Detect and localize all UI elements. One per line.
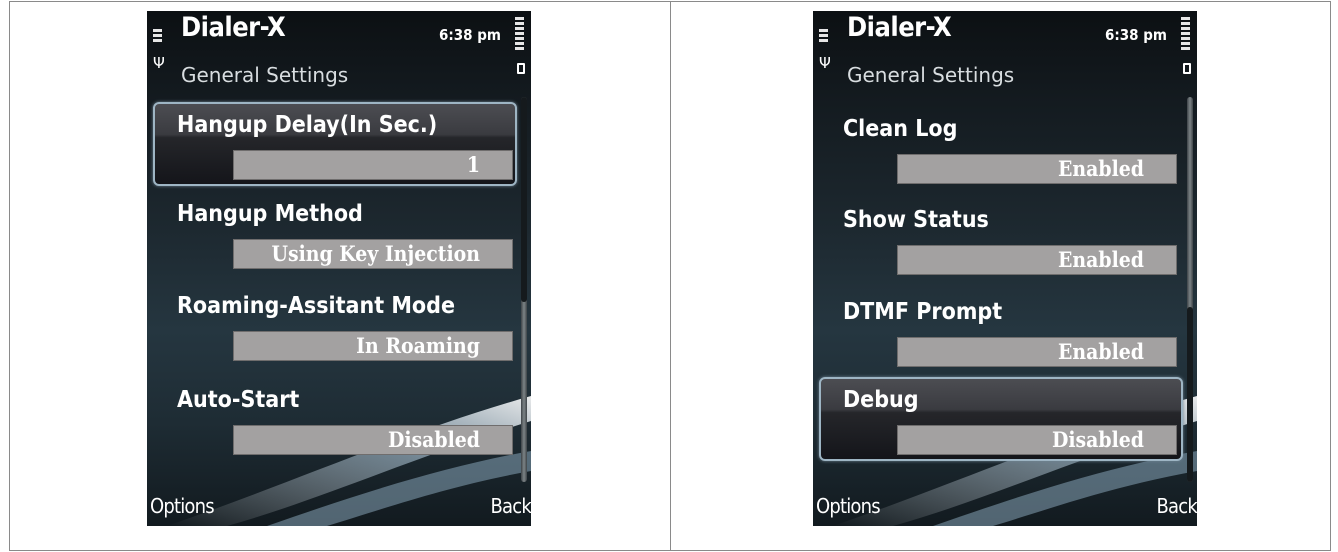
- setting-debug[interactable]: Debug Disabled: [819, 377, 1183, 461]
- app-title: Dialer-X: [847, 12, 952, 43]
- back-softkey[interactable]: Back: [1157, 494, 1197, 518]
- setting-hangup-method[interactable]: Hangup Method Using Key Injection: [153, 191, 517, 275]
- antenna-icon: Ψ: [153, 54, 165, 72]
- scrollbar-thumb[interactable]: [1187, 307, 1193, 482]
- signal-strength-icon: [819, 29, 829, 44]
- setting-label: Hangup Delay(In Sec.): [177, 112, 438, 138]
- setting-value-field[interactable]: Using Key Injection: [233, 239, 513, 269]
- phone-screen-right: Ψ Dialer-X General Settings 6:38 pm Clea…: [813, 11, 1197, 526]
- setting-label: DTMF Prompt: [843, 299, 1003, 325]
- scrollbar[interactable]: [1187, 97, 1193, 482]
- setting-auto-start[interactable]: Auto-Start Disabled: [153, 377, 517, 461]
- scrollbar[interactable]: [521, 97, 527, 482]
- back-softkey[interactable]: Back: [491, 494, 531, 518]
- options-softkey[interactable]: Options: [150, 494, 215, 518]
- setting-value-field[interactable]: Enabled: [897, 154, 1177, 184]
- battery-icon: [1183, 63, 1191, 74]
- setting-value-field[interactable]: 1: [233, 150, 513, 180]
- setting-roaming-assistant-mode[interactable]: Roaming-Assitant Mode In Roaming: [153, 283, 517, 367]
- page-subtitle: General Settings: [847, 63, 1015, 87]
- battery-level-icon: [1181, 17, 1192, 52]
- setting-label: Hangup Method: [177, 201, 363, 227]
- antenna-icon: Ψ: [819, 54, 831, 72]
- setting-value-field[interactable]: In Roaming: [233, 331, 513, 361]
- scrollbar-thumb[interactable]: [521, 97, 527, 302]
- setting-label: Clean Log: [843, 116, 958, 142]
- app-title: Dialer-X: [181, 12, 286, 43]
- signal-strength-icon: [153, 29, 163, 44]
- clock: 6:38 pm: [1105, 26, 1167, 44]
- setting-dtmf-prompt[interactable]: DTMF Prompt Enabled: [819, 289, 1183, 373]
- setting-value-field[interactable]: Enabled: [897, 245, 1177, 275]
- page-subtitle: General Settings: [181, 63, 349, 87]
- battery-level-icon: [515, 17, 526, 52]
- setting-value-field[interactable]: Disabled: [897, 425, 1177, 455]
- setting-label: Roaming-Assitant Mode: [177, 293, 455, 319]
- setting-value-field[interactable]: Disabled: [233, 425, 513, 455]
- setting-hangup-delay[interactable]: Hangup Delay(In Sec.) 1: [153, 102, 517, 186]
- setting-value-field[interactable]: Enabled: [897, 337, 1177, 367]
- options-softkey[interactable]: Options: [816, 494, 881, 518]
- battery-icon: [517, 63, 525, 74]
- setting-clean-log[interactable]: Clean Log Enabled: [819, 106, 1183, 190]
- phone-screen-left: Ψ Dialer-X General Settings 6:38 pm Hang…: [147, 11, 531, 526]
- clock: 6:38 pm: [439, 26, 501, 44]
- setting-label: Auto-Start: [177, 387, 300, 413]
- setting-label: Debug: [843, 387, 919, 413]
- setting-label: Show Status: [843, 207, 989, 233]
- setting-show-status[interactable]: Show Status Enabled: [819, 197, 1183, 281]
- frame-divider: [670, 1, 671, 551]
